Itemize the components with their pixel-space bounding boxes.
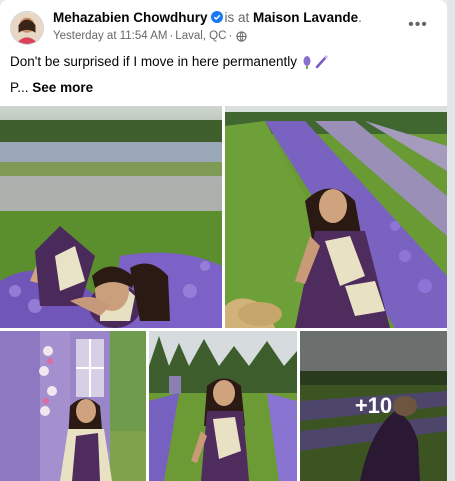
- meta-separator-2: ·: [228, 30, 233, 42]
- post-text: Don't be surprised if I move in here per…: [10, 54, 329, 72]
- photo-3-image: [0, 331, 146, 481]
- avatar-image: [11, 12, 43, 44]
- more-photos-overlay[interactable]: +10: [300, 331, 447, 481]
- photo-4-image: [149, 331, 297, 481]
- meta-separator: ·: [169, 30, 174, 42]
- verified-badge-icon: [210, 11, 223, 23]
- photo-3[interactable]: [0, 331, 146, 481]
- lavender-emoji-icon: [301, 55, 329, 72]
- author-avatar[interactable]: [10, 11, 44, 45]
- post-card: Mehazabien Chowdhury is at Maison Lavande…: [0, 0, 447, 481]
- photo-2-image: [225, 106, 447, 328]
- post-text-line: Don't be surprised if I move in here per…: [10, 54, 297, 69]
- photo-1-image: [0, 106, 222, 328]
- place-suffix: .: [358, 10, 362, 25]
- is-at-text: is at: [224, 10, 250, 25]
- photo-4[interactable]: [149, 331, 297, 481]
- place-link[interactable]: Maison Lavande: [253, 10, 358, 25]
- author-name[interactable]: Mehazabien Chowdhury: [53, 10, 208, 25]
- photo-5-more[interactable]: +10: [300, 331, 447, 481]
- post-header: Mehazabien Chowdhury is at Maison Lavande…: [0, 0, 447, 50]
- post-location: Laval, QC: [175, 30, 227, 42]
- photo-1[interactable]: [0, 106, 222, 328]
- page-gutter: [447, 0, 455, 481]
- post-meta: Yesterday at 11:54 AM · Laval, QC ·: [53, 30, 247, 42]
- see-more-link[interactable]: See more: [32, 80, 93, 95]
- photo-2[interactable]: [225, 106, 447, 328]
- see-more-line: P... See more: [10, 80, 93, 95]
- truncated-text: P...: [10, 80, 29, 95]
- post-timestamp[interactable]: Yesterday at 11:54 AM: [53, 30, 167, 42]
- globe-icon[interactable]: [236, 30, 247, 42]
- more-options-button[interactable]: •••: [407, 14, 429, 36]
- author-line: Mehazabien Chowdhury is at Maison Lavande…: [53, 10, 362, 25]
